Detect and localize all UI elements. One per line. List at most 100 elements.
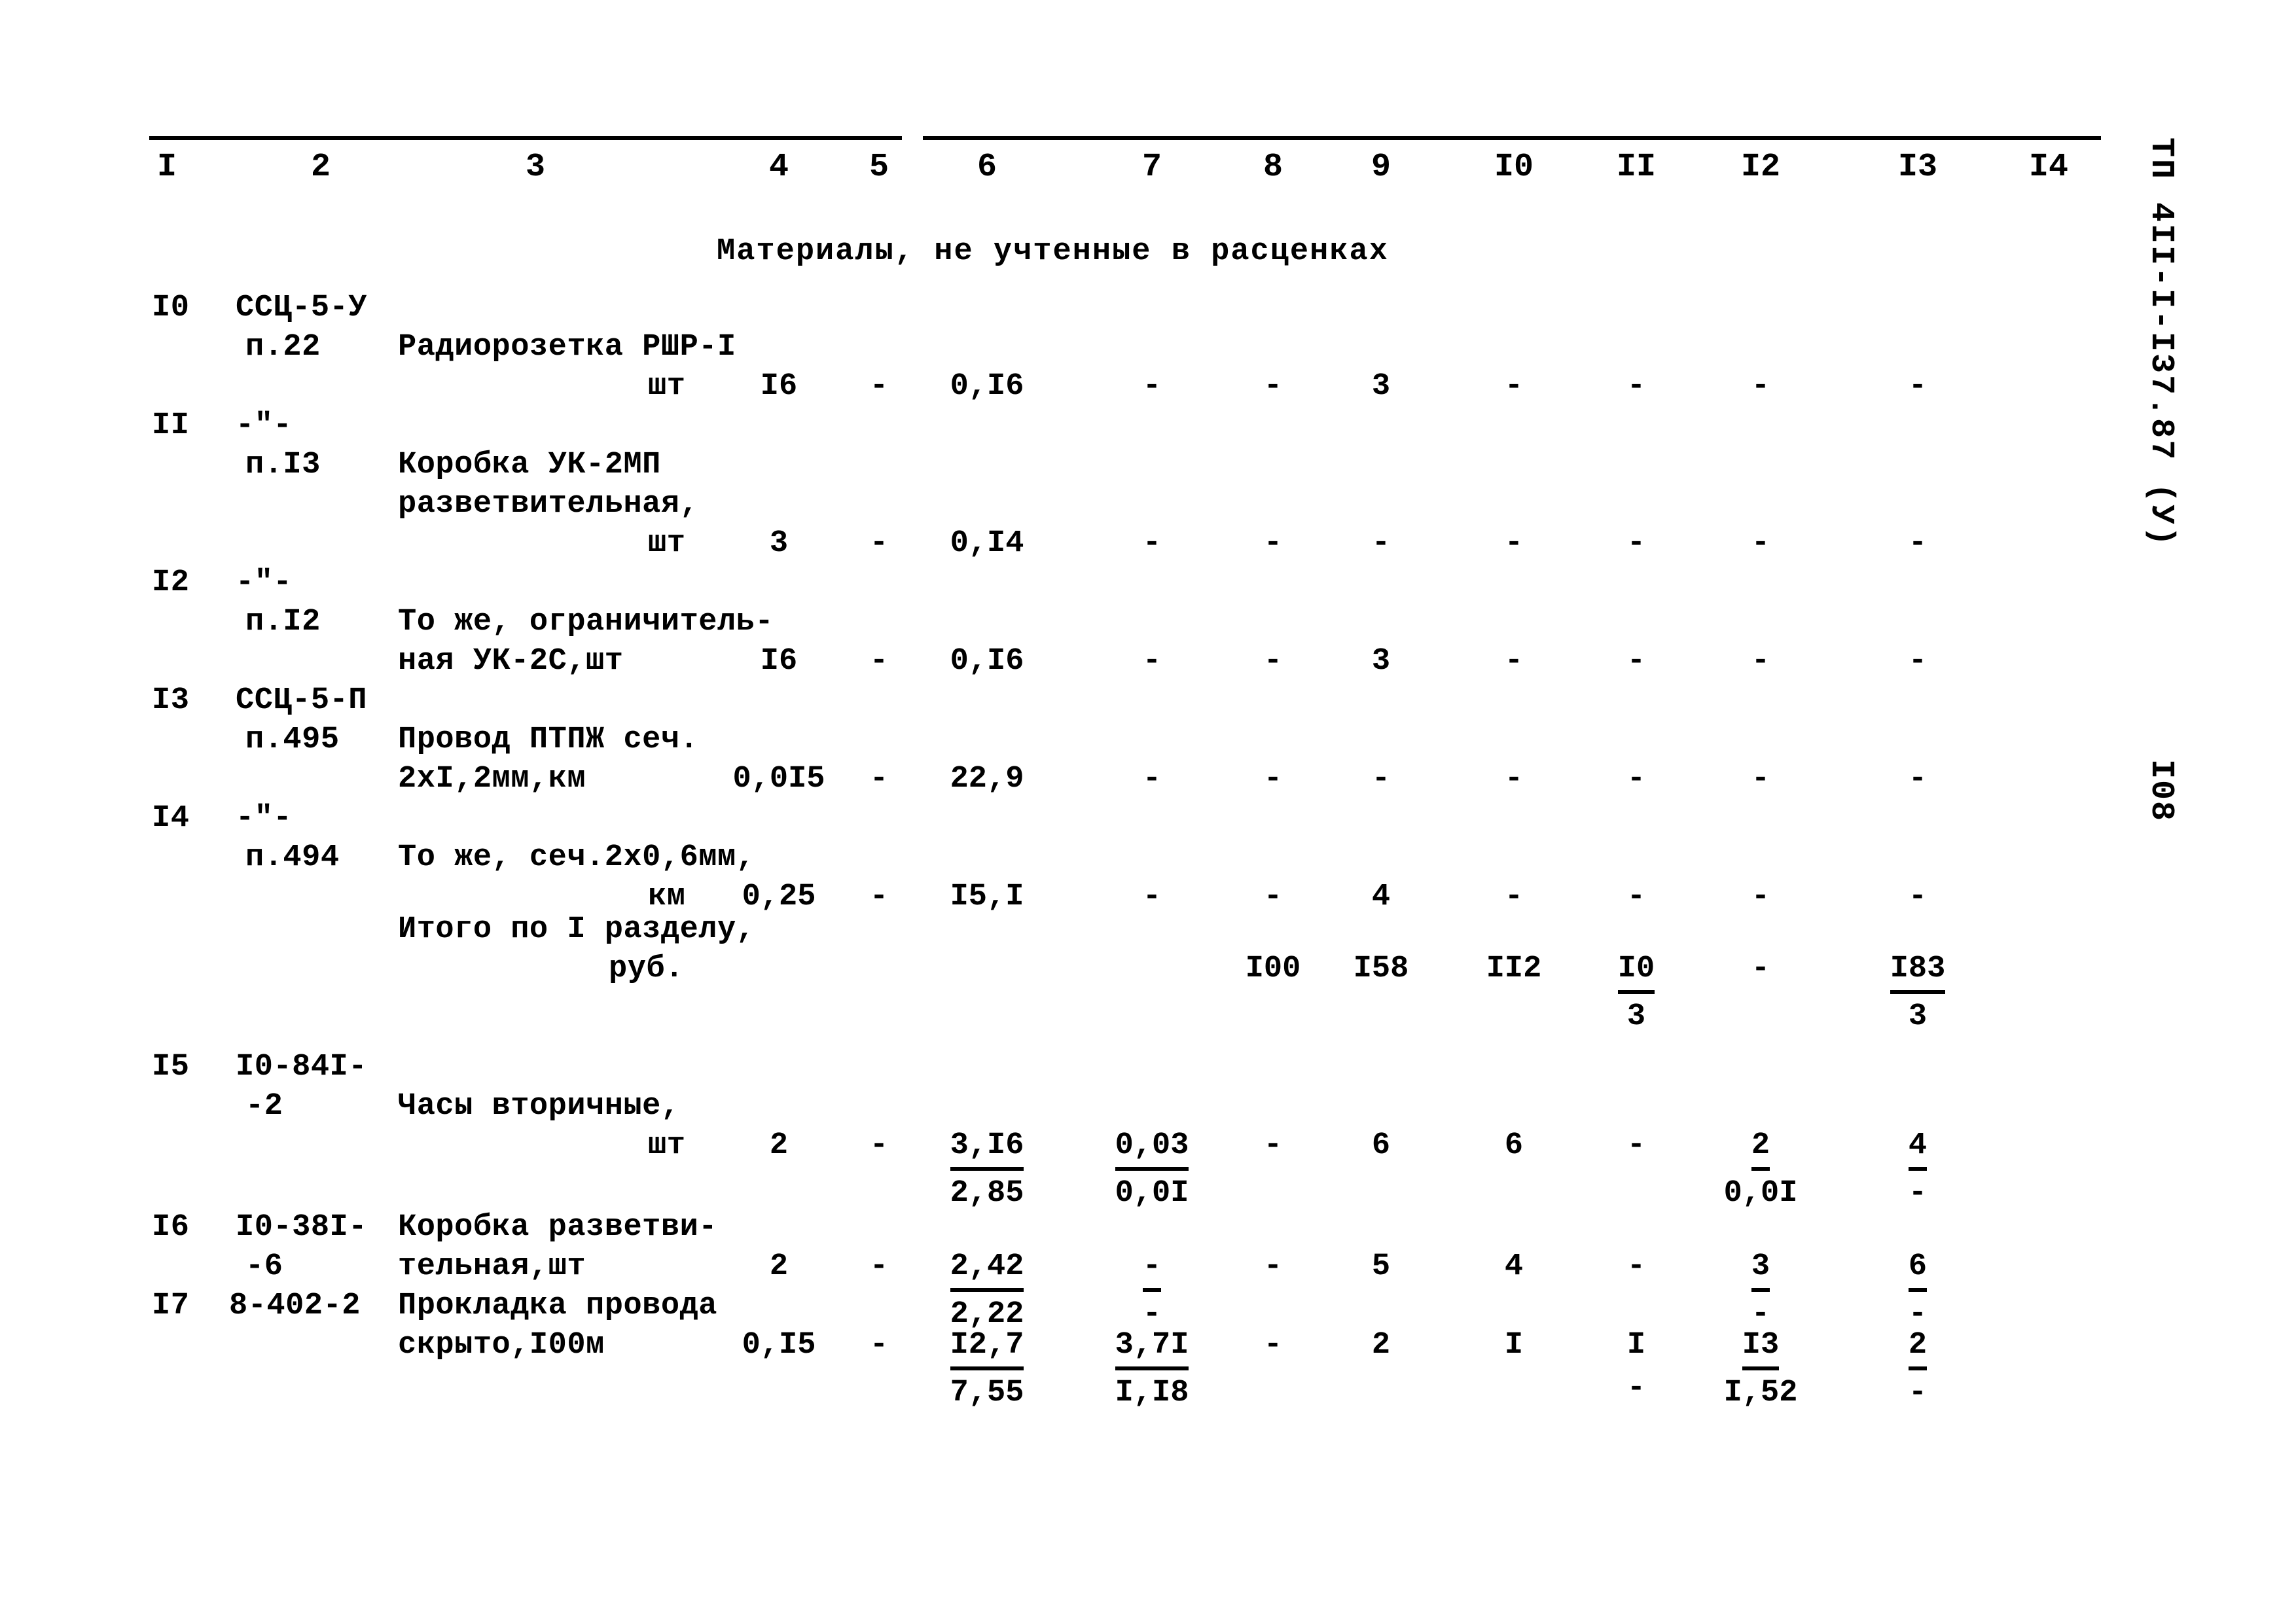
cell-c13: 4 - (1852, 1126, 1983, 1214)
cell-c11: - (1626, 1249, 1646, 1284)
row-code-line1: 8-402-2 (229, 1289, 361, 1323)
cell-c7: 3,7I I,I8 (1086, 1325, 1217, 1414)
cell-c12: - (1751, 526, 1770, 561)
cell-c7-top: - (1142, 1247, 1162, 1292)
column-header-3: 3 (525, 149, 545, 186)
column-header-7: 7 (1141, 149, 1162, 186)
cell-c12: - (1751, 644, 1770, 679)
header-rule-left (149, 136, 902, 140)
column-header-5: 5 (869, 149, 889, 186)
cell-c13-top: 6 (1908, 1247, 1928, 1292)
cell-c9: - (1371, 762, 1391, 796)
cell-c12-bottom: I,52 (1723, 1376, 1798, 1410)
cell-c6: 22,9 (950, 762, 1024, 796)
cell-c6: I2,7 7,55 (922, 1325, 1052, 1414)
row-code-line1: I0-84I- (236, 1050, 367, 1084)
subtotal-c12: - (1751, 952, 1770, 986)
cell-c12: 3 - (1695, 1247, 1826, 1335)
cell-c10: - (1504, 526, 1524, 561)
column-header-1: I (156, 149, 177, 186)
cell-c13-top: 4 (1908, 1126, 1928, 1171)
cell-c10: - (1504, 762, 1524, 796)
cell-c10: - (1504, 644, 1524, 679)
cell-c6: 0,I6 (950, 369, 1024, 404)
cell-c9: 2 (1371, 1328, 1391, 1363)
cell-c12-bottom: 0,0I (1723, 1176, 1798, 1211)
cell-c6: 0,I6 (950, 644, 1024, 679)
cell-c11: - (1626, 880, 1646, 914)
cell-c6-top: I2,7 (950, 1325, 1024, 1370)
subtotal-c11-top: I0 (1617, 949, 1655, 994)
row-name-line2: ная УК-2С,шт (398, 644, 624, 679)
row-number: I3 (152, 683, 190, 718)
section-caption: Материалы, не учтенные в расценках (717, 234, 1389, 269)
cell-c11: - (1626, 1128, 1646, 1163)
row-number: I5 (152, 1050, 190, 1084)
cell-c12: - (1751, 762, 1770, 796)
cell-c7: - (1142, 762, 1162, 796)
row-name-line1: То же, ограничитель- (398, 605, 774, 639)
cell-c9: 6 (1371, 1128, 1391, 1163)
cell-c6-bottom: 2,85 (950, 1176, 1024, 1211)
cell-c9: 3 (1371, 369, 1391, 404)
row-name-line1: Прокладка провода (398, 1289, 717, 1323)
cell-c12: 2 0,0I (1695, 1126, 1826, 1214)
cell-c7: - (1142, 369, 1162, 404)
cell-c6: 2,42 2,22 (922, 1247, 1052, 1335)
subtotal-c13-top: I83 (1890, 949, 1946, 994)
row-code-line1: ССЦ-5-П (236, 683, 367, 718)
row-name-line2: тельная,шт (398, 1249, 586, 1284)
header-rule-right (923, 136, 2101, 140)
cell-c12: I3 I,52 (1695, 1325, 1826, 1414)
subtotal-c13-bottom: 3 (1908, 999, 1928, 1034)
cell-c7: - (1142, 526, 1162, 561)
cell-c7: 0,03 0,0I (1086, 1126, 1217, 1214)
row-code-line1: -"- (236, 408, 293, 443)
cell-c9: 3 (1371, 644, 1391, 679)
subtotal-label-line1: Итого по I разделу, (398, 912, 755, 947)
cell-c13: 6 - (1852, 1247, 1983, 1335)
cell-c11: - (1626, 644, 1646, 679)
column-header-8: 8 (1263, 149, 1283, 186)
column-header-14: I4 (2028, 149, 2068, 186)
cell-c13: - (1908, 369, 1928, 404)
cell-c12: - (1751, 880, 1770, 914)
cell-c11: - (1626, 762, 1646, 796)
row-unit: шт (648, 369, 686, 404)
cell-c11: - (1626, 369, 1646, 404)
cell-c7-top: 3,7I (1115, 1325, 1189, 1370)
subtotal-c9: I58 (1353, 952, 1409, 986)
column-header-13: I3 (1897, 149, 1937, 186)
row-name-line1: Коробка разветви- (398, 1210, 717, 1245)
cell-c12-top: 3 (1751, 1247, 1770, 1292)
row-name-line1: Провод ПТПЖ сеч. (398, 722, 699, 757)
row-code-line2: -2 (245, 1089, 283, 1124)
cell-c10: - (1504, 880, 1524, 914)
cell-c7: - - (1086, 1247, 1217, 1335)
cell-c6-bottom: 7,55 (950, 1376, 1024, 1410)
table-column-headers: I 2 3 4 5 6 7 8 9 I0 II I2 I3 I4 (0, 149, 2296, 195)
cell-c12: - (1751, 369, 1770, 404)
subtotal-c10: II2 (1486, 952, 1542, 986)
cell-c6-top: 3,I6 (950, 1126, 1024, 1171)
cell-c13: 2 - (1852, 1325, 1983, 1414)
row-number: I6 (152, 1210, 190, 1245)
row-number: I7 (152, 1289, 190, 1323)
row-unit: шт (648, 1128, 686, 1163)
row-name-line1: Часы вторичные, (398, 1089, 680, 1124)
row-number: I0 (152, 291, 190, 325)
column-header-9: 9 (1371, 149, 1391, 186)
cell-c11-bottom: - (1626, 1371, 1646, 1406)
cell-c13-bottom: - (1908, 1176, 1928, 1211)
row-name-line1: То же, сеч.2х0,6мм, (398, 840, 755, 875)
row-name-line1: Радиорозетка РШР-I (398, 330, 736, 365)
row-code-line1: I0-38I- (236, 1210, 367, 1245)
row-code-line2: п.495 (245, 722, 340, 757)
row-name-line2: разветвительная, (398, 487, 699, 522)
row-code-line2: п.I3 (245, 448, 321, 482)
cell-c10: - (1504, 369, 1524, 404)
row-code-line2: -6 (245, 1249, 283, 1284)
cell-c9: 5 (1371, 1249, 1391, 1284)
subtotal-c13: I83 3 (1852, 949, 1983, 1037)
column-header-6: 6 (977, 149, 997, 186)
